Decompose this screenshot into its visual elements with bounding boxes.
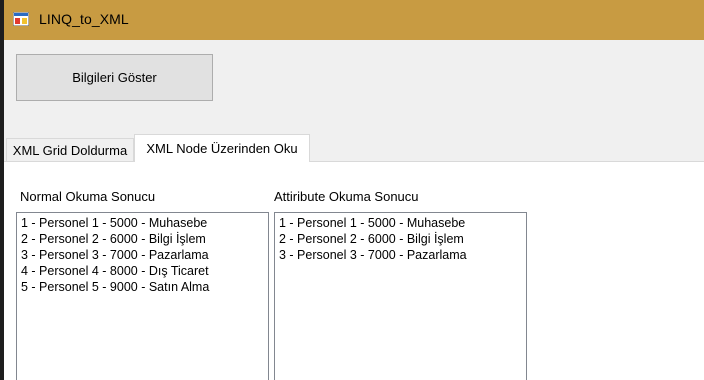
list-item[interactable]: 4 - Personel 4 - 8000 - Dış Ticaret bbox=[21, 264, 209, 278]
attribute-result-label: Attiribute Okuma Sonucu bbox=[274, 189, 419, 204]
list-item[interactable]: 2 - Personel 2 - 6000 - Bilgi İşlem bbox=[21, 232, 206, 246]
tab-strip: XML Grid Doldurma XML Node Üzerinden Oku bbox=[4, 134, 704, 162]
title-bar[interactable]: LINQ_to_XML bbox=[4, 0, 704, 40]
list-item[interactable]: 2 - Personel 2 - 6000 - Bilgi İşlem bbox=[279, 232, 464, 246]
tab-panel: Normal Okuma Sonucu Attiribute Okuma Son… bbox=[4, 161, 704, 380]
list-item[interactable]: 1 - Personel 1 - 5000 - Muhasebe bbox=[279, 216, 465, 230]
normal-result-listbox[interactable]: 1 - Personel 1 - 5000 - Muhasebe 2 - Per… bbox=[16, 212, 269, 380]
list-item[interactable]: 1 - Personel 1 - 5000 - Muhasebe bbox=[21, 216, 207, 230]
tab-xml-node[interactable]: XML Node Üzerinden Oku bbox=[134, 134, 310, 162]
attribute-result-listbox[interactable]: 1 - Personel 1 - 5000 - Muhasebe 2 - Per… bbox=[274, 212, 527, 380]
window-title: LINQ_to_XML bbox=[39, 11, 129, 27]
list-item[interactable]: 3 - Personel 3 - 7000 - Pazarlama bbox=[279, 248, 467, 262]
show-info-button[interactable]: Bilgileri Göster bbox=[16, 54, 213, 101]
windows-form-icon bbox=[13, 12, 29, 26]
app-window: LINQ_to_XML Bilgileri Göster XML Grid Do… bbox=[4, 0, 704, 380]
normal-result-label: Normal Okuma Sonucu bbox=[20, 189, 156, 204]
list-item[interactable]: 3 - Personel 3 - 7000 - Pazarlama bbox=[21, 248, 209, 262]
list-item[interactable]: 5 - Personel 5 - 9000 - Satın Alma bbox=[21, 280, 209, 294]
tab-xml-grid[interactable]: XML Grid Doldurma bbox=[6, 138, 134, 162]
